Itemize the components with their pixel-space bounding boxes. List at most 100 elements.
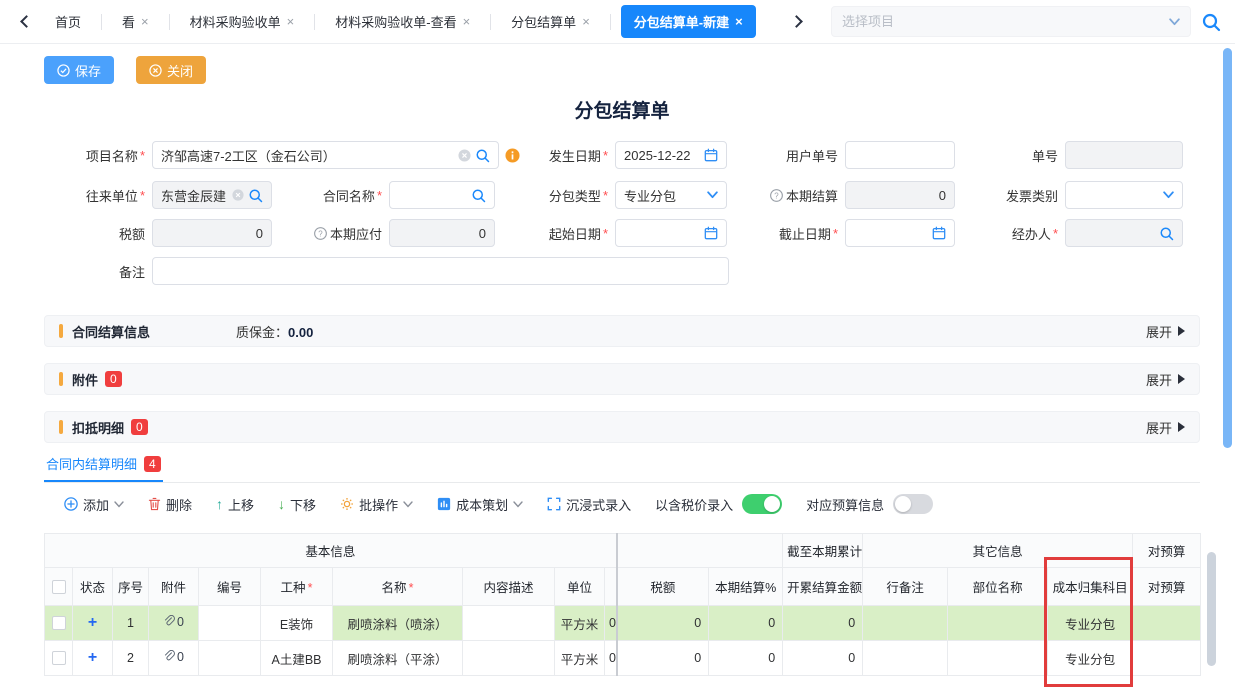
description-cell[interactable] — [463, 641, 555, 676]
invoice-type-select[interactable] — [1065, 181, 1183, 209]
budget-info-toggle[interactable] — [893, 494, 933, 514]
clear-icon[interactable] — [232, 189, 244, 201]
vs-budget-cell[interactable] — [1133, 641, 1201, 676]
start-date-input[interactable] — [615, 219, 727, 247]
field-label: 用户单号 — [733, 146, 845, 165]
batch-operation-button[interactable]: 批操作 — [340, 495, 413, 514]
tabs-scroll-left-icon[interactable] — [20, 15, 33, 28]
delete-button[interactable]: 删除 — [148, 495, 192, 514]
row-remark-cell[interactable] — [863, 641, 948, 676]
tab-close-icon[interactable]: × — [287, 14, 295, 29]
part-name-cell[interactable] — [948, 606, 1048, 641]
tab-close-icon[interactable]: × — [463, 14, 471, 29]
project-name-input[interactable]: 济邹高速7-2工区（金石公司） — [152, 141, 499, 169]
calendar-icon[interactable] — [704, 148, 718, 162]
move-down-button[interactable]: ↓ 下移 — [278, 495, 316, 514]
attachment-cell[interactable]: 0 — [149, 606, 199, 641]
column-header-row: 状态 序号 附件 编号 工种* 名称* 内容描述 单位 税额 本期结算% 开累结… — [45, 568, 1201, 606]
project-select[interactable] — [831, 6, 1191, 37]
search-icon[interactable] — [1201, 12, 1221, 32]
tax-included-toggle-group: 以含税价录入 — [655, 494, 782, 514]
field-period-payable: ? 本期应付 0 — [277, 219, 495, 247]
end-date-input[interactable] — [845, 219, 955, 247]
description-cell[interactable] — [463, 606, 555, 641]
code-cell[interactable] — [199, 606, 261, 641]
table-scrollbar-thumb[interactable] — [1207, 552, 1216, 666]
save-button[interactable]: 保存 — [44, 56, 114, 84]
cost-account-cell[interactable]: 专业分包 — [1048, 606, 1133, 641]
name-cell[interactable]: 刷喷涂料（平涂） — [333, 641, 463, 676]
tab-close-icon[interactable]: × — [582, 14, 590, 29]
cost-account-cell[interactable]: 专业分包 — [1048, 641, 1133, 676]
search-icon[interactable] — [475, 148, 490, 163]
occur-date-input[interactable]: 2025-12-22 — [615, 141, 727, 169]
close-button[interactable]: 关闭 — [136, 56, 206, 84]
sub-type-select[interactable]: 专业分包 — [615, 181, 727, 209]
detail-count-badge: 4 — [144, 456, 161, 472]
table-row[interactable]: + 1 0 E装饰 刷喷涂料（喷涂） 平方米 0 0 0 0 专业分包 — [45, 606, 1201, 641]
calendar-icon[interactable] — [704, 226, 718, 240]
arrow-down-icon: ↓ — [278, 496, 285, 512]
search-icon[interactable] — [1159, 226, 1174, 241]
remark-input[interactable] — [152, 257, 729, 285]
section-deduction-detail[interactable]: 扣抵明细 0 展开 — [44, 411, 1200, 443]
tab-material-acceptance[interactable]: 材料采购验收单× — [180, 5, 305, 38]
settle-pct-cell[interactable]: 0 — [709, 641, 783, 676]
user-no-input[interactable] — [845, 141, 955, 169]
vs-budget-cell[interactable] — [1133, 606, 1201, 641]
tab-subcontract-settlement[interactable]: 分包结算单× — [501, 5, 600, 38]
add-row-icon[interactable]: + — [88, 649, 97, 666]
tab-contract-settlement-detail[interactable]: 合同内结算明细 4 — [44, 453, 163, 482]
chevron-down-icon[interactable] — [1169, 18, 1180, 26]
page-scrollbar-thumb[interactable] — [1223, 48, 1232, 448]
chevron-down-icon[interactable] — [707, 191, 718, 199]
expand-button[interactable]: 展开 — [1146, 370, 1185, 389]
row-remark-cell[interactable] — [863, 606, 948, 641]
add-row-icon[interactable]: + — [88, 614, 97, 631]
settle-pct-cell[interactable]: 0 — [709, 606, 783, 641]
immersive-entry-button[interactable]: 沉浸式录入 — [547, 495, 631, 514]
field-label: 备注 — [40, 262, 152, 281]
section-contract-settlement-info[interactable]: 合同结算信息 质保金：0.00 展开 — [44, 315, 1200, 347]
work-type-cell[interactable]: A土建BB — [261, 641, 333, 676]
attachment-count: 0 — [177, 650, 184, 664]
expand-button[interactable]: 展开 — [1146, 322, 1185, 341]
tab-view-truncated[interactable]: 看× — [112, 5, 159, 38]
work-type-cell[interactable]: E装饰 — [261, 606, 333, 641]
tab-close-icon[interactable]: × — [735, 14, 743, 29]
cost-planning-button[interactable]: 成本策划 — [437, 495, 523, 514]
col-name: 名称* — [333, 568, 463, 606]
attachment-cell[interactable]: 0 — [149, 641, 199, 676]
field-label: ? 本期结算 — [733, 186, 845, 205]
expand-button[interactable]: 展开 — [1146, 418, 1185, 437]
part-name-cell[interactable] — [948, 641, 1048, 676]
row-checkbox-cell — [45, 606, 73, 641]
tab-material-acceptance-view[interactable]: 材料采购验收单-查看× — [325, 5, 480, 38]
group-header-row: 基本信息 截至本期累计 其它信息 对预算 — [45, 534, 1201, 568]
add-button[interactable]: 添加 — [64, 495, 124, 514]
group-basic-info: 基本信息 — [45, 534, 617, 568]
chevron-down-icon[interactable] — [1163, 191, 1174, 199]
tab-subcontract-settlement-new[interactable]: 分包结算单-新建× — [621, 5, 756, 38]
close-label: 关闭 — [167, 61, 193, 80]
counterparty-input[interactable]: 东营金辰建 — [152, 181, 272, 209]
table-row[interactable]: + 2 0 A土建BB 刷喷涂料（平涂） 平方米 0 0 0 0 专业分包 — [45, 641, 1201, 676]
select-all-checkbox[interactable] — [52, 580, 66, 594]
code-cell[interactable] — [199, 641, 261, 676]
search-icon[interactable] — [248, 188, 263, 203]
row-checkbox[interactable] — [52, 651, 66, 665]
tab-close-icon[interactable]: × — [141, 14, 149, 29]
clear-icon[interactable] — [458, 149, 471, 162]
tabs-scroll-right-icon[interactable] — [790, 15, 803, 28]
contract-input[interactable] — [389, 181, 495, 209]
project-select-input[interactable] — [842, 14, 1169, 29]
calendar-icon[interactable] — [932, 226, 946, 240]
section-attachments[interactable]: 附件 0 展开 — [44, 363, 1200, 395]
tax-included-toggle[interactable] — [742, 494, 782, 514]
move-up-button[interactable]: ↑ 上移 — [216, 495, 254, 514]
row-checkbox[interactable] — [52, 616, 66, 630]
handler-input[interactable] — [1065, 219, 1183, 247]
tab-home[interactable]: 首页 — [45, 5, 91, 38]
search-icon[interactable] — [471, 188, 486, 203]
name-cell[interactable]: 刷喷涂料（喷涂） — [333, 606, 463, 641]
